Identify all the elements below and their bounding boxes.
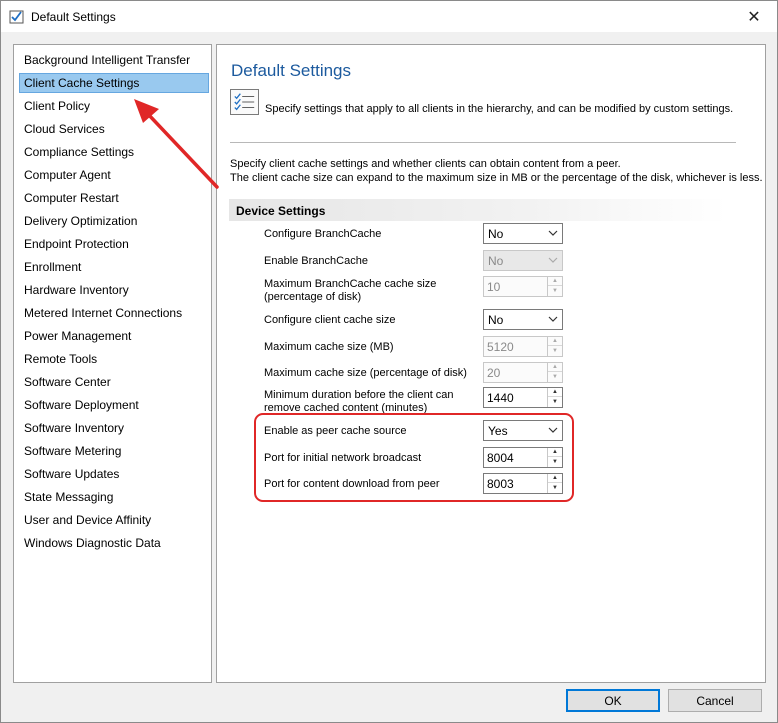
max-cache-size-percent-label: Maximum cache size (percentage of disk)	[264, 367, 467, 379]
device-settings-header: Device Settings	[229, 199, 727, 221]
min-duration-stepper[interactable]: 1440 ▲ ▼	[483, 387, 563, 408]
cancel-button[interactable]: Cancel	[668, 689, 762, 712]
annotation-highlight-box	[254, 413, 574, 502]
intro-text: Specify client cache settings and whethe…	[230, 157, 763, 185]
nav-item-background-intelligent-transfer[interactable]: Background Intelligent Transfer	[19, 50, 209, 70]
divider	[230, 142, 736, 143]
dropdown-value: No	[488, 313, 504, 327]
stepper-value: 5120	[487, 340, 514, 354]
intro-line-2: The client cache size can expand to the …	[230, 172, 763, 184]
min-duration-label-line1: Minimum duration before the client can	[264, 389, 454, 401]
nav-item-computer-restart[interactable]: Computer Restart	[19, 188, 209, 208]
caret-up-icon: ▲	[548, 337, 562, 346]
nav-item-software-inventory[interactable]: Software Inventory	[19, 418, 209, 438]
stepper-buttons: ▲ ▼	[547, 277, 562, 296]
window-title: Default Settings	[31, 10, 116, 24]
ok-button[interactable]: OK	[566, 689, 660, 712]
intro-line-1: Specify client cache settings and whethe…	[230, 158, 621, 170]
nav-item-power-management[interactable]: Power Management	[19, 326, 209, 346]
max-branchcache-size-label-line1: Maximum BranchCache cache size	[264, 278, 437, 290]
nav-item-windows-diagnostic-data[interactable]: Windows Diagnostic Data	[19, 533, 209, 553]
dropdown-value: No	[488, 254, 504, 268]
caret-up-icon[interactable]: ▲	[548, 388, 562, 397]
max-branchcache-size-label: Maximum BranchCache cache size (percenta…	[264, 278, 436, 304]
stepper-value: 10	[487, 280, 501, 294]
nav-item-software-center[interactable]: Software Center	[19, 372, 209, 392]
nav-item-client-policy[interactable]: Client Policy	[19, 96, 209, 116]
settings-content-pane: Default Settings Specify settings that a…	[216, 44, 766, 683]
nav-item-state-messaging[interactable]: State Messaging	[19, 487, 209, 507]
nav-item-client-cache-settings[interactable]: Client Cache Settings	[19, 73, 209, 93]
configure-client-cache-size-label: Configure client cache size	[264, 314, 396, 326]
max-cache-size-mb-stepper: 5120 ▲ ▼	[483, 336, 563, 357]
configure-client-cache-size-dropdown[interactable]: No	[483, 309, 563, 330]
chevron-down-icon	[548, 230, 558, 236]
caret-down-icon: ▼	[552, 347, 558, 354]
nav-item-software-deployment[interactable]: Software Deployment	[19, 395, 209, 415]
settings-checklist-icon	[9, 10, 24, 24]
nav-item-computer-agent[interactable]: Computer Agent	[19, 165, 209, 185]
dropdown-value: No	[488, 227, 504, 241]
caret-down-icon: ▼	[552, 287, 558, 294]
stepper-buttons: ▲ ▼	[547, 337, 562, 356]
min-duration-label: Minimum duration before the client can r…	[264, 389, 454, 415]
close-icon[interactable]: ✕	[731, 1, 777, 32]
group-title: Device Settings	[236, 204, 326, 218]
nav-item-metered-internet-connections[interactable]: Metered Internet Connections	[19, 303, 209, 323]
nav-item-compliance-settings[interactable]: Compliance Settings	[19, 142, 209, 162]
settings-nav-list: Background Intelligent Transfer Client C…	[13, 44, 212, 683]
checklist-icon	[230, 89, 259, 115]
nav-item-cloud-services[interactable]: Cloud Services	[19, 119, 209, 139]
max-branchcache-size-stepper: 10 ▲ ▼	[483, 276, 563, 297]
stepper-buttons: ▲ ▼	[547, 388, 562, 407]
max-branchcache-size-label-line2: (percentage of disk)	[264, 291, 362, 303]
nav-item-remote-tools[interactable]: Remote Tools	[19, 349, 209, 369]
nav-item-delivery-optimization[interactable]: Delivery Optimization	[19, 211, 209, 231]
stepper-value: 20	[487, 366, 501, 380]
caret-up-icon: ▲	[548, 277, 562, 286]
caret-down-icon[interactable]: ▼	[548, 397, 562, 406]
nav-item-software-metering[interactable]: Software Metering	[19, 441, 209, 461]
caret-down-icon: ▼	[552, 373, 558, 380]
stepper-value: 1440	[487, 391, 514, 405]
chevron-down-icon	[548, 316, 558, 322]
page-title: Default Settings	[231, 61, 352, 80]
nav-item-enrollment[interactable]: Enrollment	[19, 257, 209, 277]
max-cache-size-percent-stepper: 20 ▲ ▼	[483, 362, 563, 383]
nav-item-endpoint-protection[interactable]: Endpoint Protection	[19, 234, 209, 254]
configure-branchcache-label: Configure BranchCache	[264, 228, 382, 240]
nav-item-user-and-device-affinity[interactable]: User and Device Affinity	[19, 510, 209, 530]
max-cache-size-mb-label: Maximum cache size (MB)	[264, 341, 394, 353]
enable-branchcache-dropdown: No	[483, 250, 563, 271]
page-description: Specify settings that apply to all clien…	[265, 103, 734, 115]
dialog-window: Default Settings ✕ Background Intelligen…	[0, 0, 778, 723]
nav-item-software-updates[interactable]: Software Updates	[19, 464, 209, 484]
stepper-buttons: ▲ ▼	[547, 363, 562, 382]
chevron-down-icon	[548, 257, 558, 263]
caret-up-icon: ▲	[548, 363, 562, 372]
configure-branchcache-dropdown[interactable]: No	[483, 223, 563, 244]
title-bar: Default Settings ✕	[1, 1, 777, 32]
enable-branchcache-label: Enable BranchCache	[264, 255, 368, 267]
nav-item-hardware-inventory[interactable]: Hardware Inventory	[19, 280, 209, 300]
